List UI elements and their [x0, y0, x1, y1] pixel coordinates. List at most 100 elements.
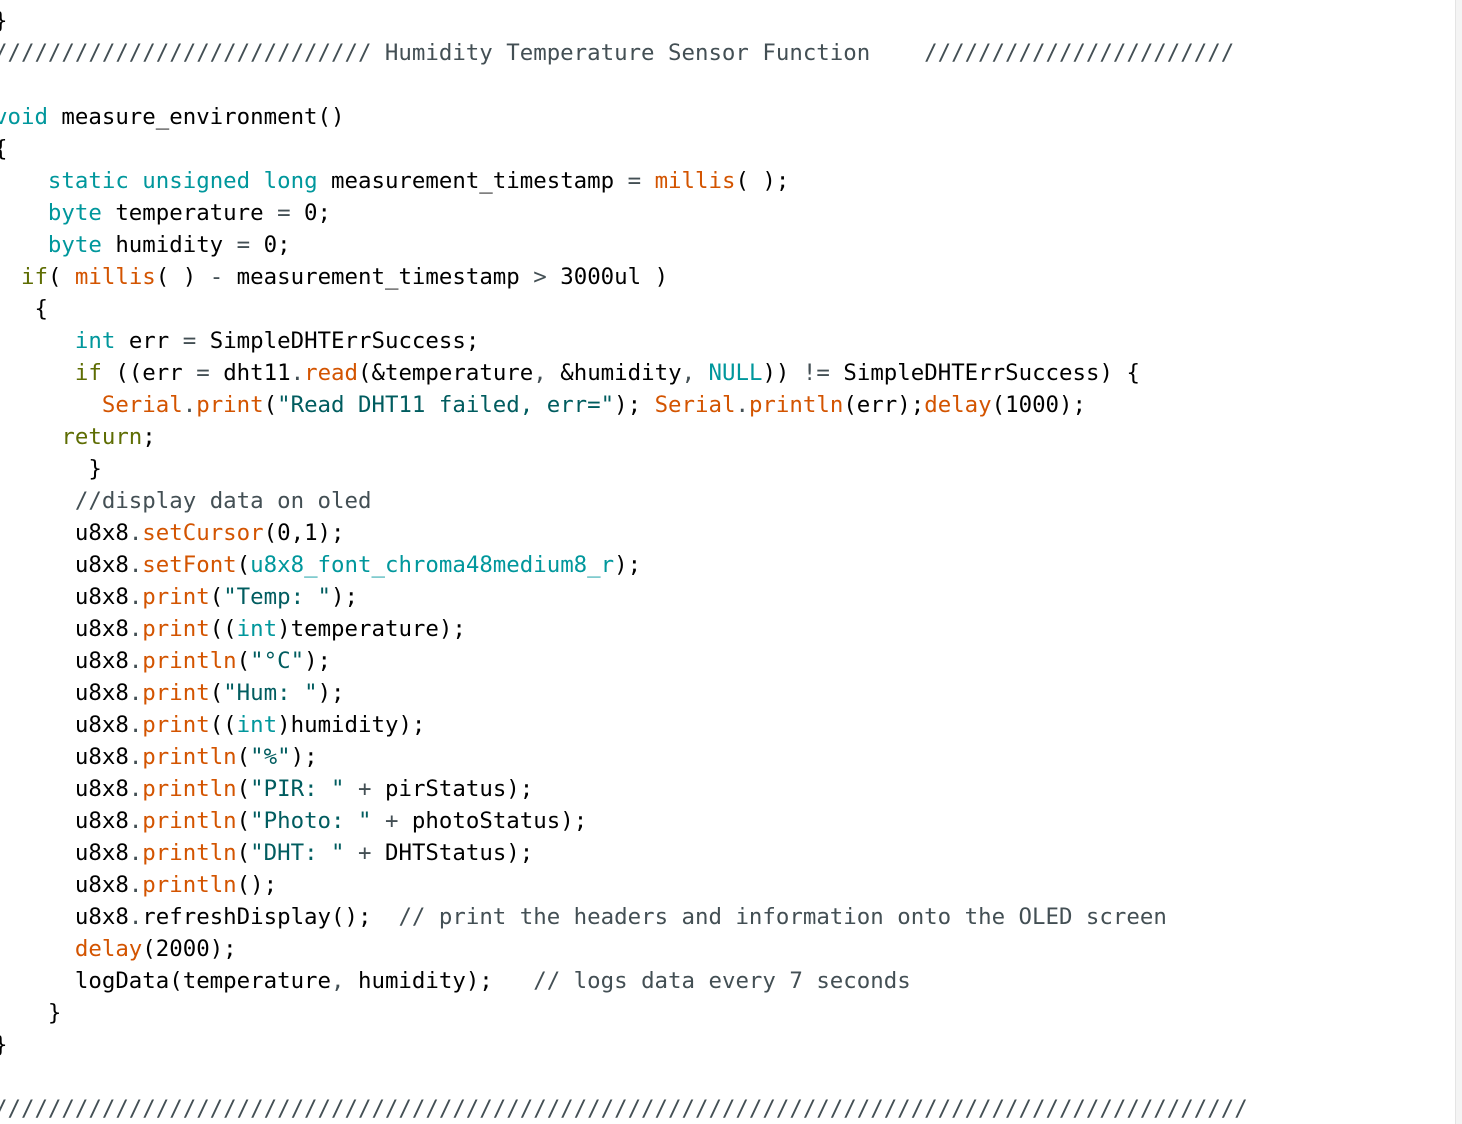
code-line[interactable]: u8x8.println();	[0, 869, 1248, 901]
code-token: u8x8	[0, 552, 129, 578]
keyword-token: void	[0, 104, 48, 130]
code-token: measurement_timestamp	[223, 264, 534, 290]
operator-token: .	[128, 712, 143, 738]
code-line[interactable]: byte humidity = 0;	[0, 229, 1248, 261]
code-line[interactable]: }	[0, 997, 1248, 1029]
code-line[interactable]: }	[0, 453, 1248, 485]
code-line[interactable]: byte temperature = 0;	[0, 197, 1248, 229]
code-line[interactable]: //////////////////////////// Humidity Te…	[0, 37, 1248, 69]
string-token: "Temp: "	[223, 584, 332, 610]
code-token: ();	[236, 872, 278, 898]
code-token: {	[0, 136, 7, 162]
code-token: 0;	[290, 200, 332, 226]
code-line[interactable]: if( millis( ) - measurement_timestamp > …	[0, 261, 1248, 293]
code-line[interactable]: return;	[0, 421, 1248, 453]
code-line[interactable]: {	[0, 293, 1248, 325]
code-content[interactable]: } //////////////////////////// Humidity T…	[0, 5, 1248, 1124]
string-token: "DHT: "	[250, 840, 345, 866]
operator-token: .	[128, 552, 143, 578]
function-token: millis	[654, 168, 736, 194]
code-token: refreshDisplay();	[142, 904, 399, 930]
code-line[interactable]: u8x8.println("DHT: " + DHTStatus);	[0, 837, 1248, 869]
code-token: }	[0, 8, 7, 34]
function-token: println	[142, 872, 237, 898]
code-token: (	[236, 648, 251, 674]
code-line[interactable]: //display data on oled	[0, 485, 1248, 517]
function-token: print	[142, 584, 210, 610]
vertical-scrollbar[interactable]	[1455, 0, 1462, 1124]
code-line[interactable]: u8x8.refreshDisplay(); // print the head…	[0, 901, 1248, 933]
code-line[interactable]: }	[0, 5, 1248, 37]
function-token: print	[142, 680, 210, 706]
keyword-token: long	[263, 168, 318, 194]
operator-token: .	[128, 840, 143, 866]
function-token: print	[142, 712, 210, 738]
code-token: );	[614, 392, 655, 418]
code-token: (1000);	[991, 392, 1086, 418]
code-token: u8x8	[0, 872, 129, 898]
operator-token: .	[128, 904, 143, 930]
operator-token: .	[128, 808, 143, 834]
code-line[interactable]: static unsigned long measurement_timesta…	[0, 165, 1248, 197]
code-token: u8x8	[0, 520, 129, 546]
operator-token: =	[196, 360, 210, 386]
code-line[interactable]: logData(temperature, humidity); // logs …	[0, 965, 1248, 997]
code-token: &humidity	[546, 360, 682, 386]
function-token: println	[142, 808, 237, 834]
code-line[interactable]: u8x8.println("%");	[0, 741, 1248, 773]
code-line[interactable]: if ((err = dht11.read(&temperature, &hum…	[0, 357, 1248, 389]
code-line[interactable]: Serial.print("Read DHT11 failed, err=");…	[0, 389, 1248, 421]
code-line[interactable]: void measure_environment()	[0, 101, 1248, 133]
code-token: )humidity);	[277, 712, 426, 738]
code-token: ((	[209, 712, 237, 738]
code-line[interactable]: u8x8.println("PIR: " + pirStatus);	[0, 773, 1248, 805]
code-token: u8x8	[0, 680, 129, 706]
code-line[interactable]: delay(2000);	[0, 933, 1248, 965]
code-line[interactable]: u8x8.println("°C");	[0, 645, 1248, 677]
code-token: photoStatus);	[398, 808, 588, 834]
code-line[interactable]: u8x8.print("Temp: ");	[0, 581, 1248, 613]
code-token: u8x8	[0, 744, 129, 770]
code-line[interactable]: u8x8.setCursor(0,1);	[0, 517, 1248, 549]
code-line[interactable]: int err = SimpleDHTErrSuccess;	[0, 325, 1248, 357]
code-token: ;	[142, 424, 156, 450]
operator-token: .	[128, 616, 143, 642]
code-token: )temperature);	[277, 616, 466, 642]
code-line[interactable]: ////////////////////////////////////////…	[0, 1093, 1248, 1124]
code-token: ))	[762, 360, 803, 386]
operator-token: ,	[533, 360, 547, 386]
function-token: print	[142, 616, 210, 642]
control-keyword-token: if	[20, 264, 48, 290]
code-token: (2000);	[142, 936, 237, 962]
operator-token: +	[358, 776, 372, 802]
string-token: "Read DHT11 failed, err="	[277, 392, 615, 418]
operator-token: .	[128, 776, 143, 802]
operator-token: .	[735, 392, 749, 418]
code-line[interactable]: u8x8.println("Photo: " + photoStatus);	[0, 805, 1248, 837]
code-line[interactable]	[0, 69, 1248, 101]
operator-token: =	[627, 168, 642, 194]
comment-token: // print the headers and information ont…	[398, 904, 1167, 930]
comment-token: // logs data every 7 seconds	[533, 968, 911, 994]
comment-token: //display data on oled	[74, 488, 372, 514]
code-line[interactable]: }	[0, 1029, 1248, 1061]
code-editor[interactable]: } //////////////////////////// Humidity T…	[0, 0, 1456, 1124]
code-token: u8x8	[0, 648, 129, 674]
operator-token: =	[236, 232, 251, 258]
code-line[interactable]: {	[0, 133, 1248, 165]
code-token: );	[304, 648, 332, 674]
code-token: (	[236, 552, 251, 578]
code-line[interactable]: u8x8.print("Hum: ");	[0, 677, 1248, 709]
code-line[interactable]	[0, 1061, 1248, 1093]
code-token: );	[331, 584, 358, 610]
code-line[interactable]: u8x8.setFont(u8x8_font_chroma48medium8_r…	[0, 549, 1248, 581]
code-line[interactable]: u8x8.print((int)temperature);	[0, 613, 1248, 645]
code-line[interactable]: u8x8.print((int)humidity);	[0, 709, 1248, 741]
